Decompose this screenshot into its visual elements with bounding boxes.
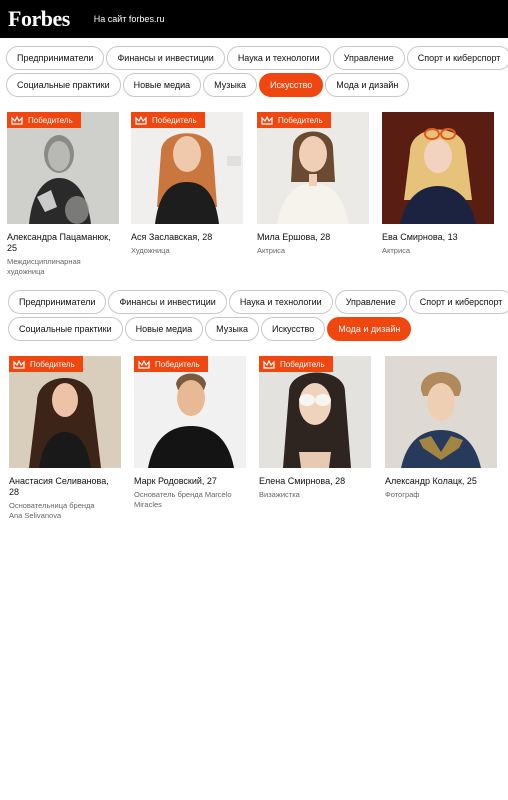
person-photo: Победитель xyxy=(9,356,121,468)
badge-label: Победитель xyxy=(28,115,73,125)
portrait-image xyxy=(134,356,246,468)
person-role: Визажистка xyxy=(259,490,300,499)
category-section-art: Предприниматели Финансы и инвестиции Нау… xyxy=(0,46,508,276)
person-photo: Победитель xyxy=(259,356,371,468)
tab-social[interactable]: Социальные практики xyxy=(8,317,123,341)
person-name: Мила Ершова, 28 xyxy=(257,232,331,242)
crown-icon xyxy=(138,359,150,369)
tab-science[interactable]: Наука и технологии xyxy=(228,290,333,314)
tab-art[interactable]: Искусство xyxy=(261,317,326,341)
tab-management[interactable]: Управление xyxy=(332,46,405,70)
portrait-image xyxy=(9,356,121,468)
category-section-fashion: Предприниматели Финансы и инвестиции Нау… xyxy=(0,290,508,520)
person-card[interactable]: Победитель Александра Пацаманюк, 25 Межд… xyxy=(7,112,119,277)
winner-badge: Победитель xyxy=(257,112,331,128)
winner-badge: Победитель xyxy=(131,112,205,128)
person-card[interactable]: Александр Колацк, 25 Фотограф xyxy=(385,356,497,500)
person-photo: Победитель xyxy=(134,356,246,468)
portrait-image xyxy=(385,356,497,468)
crown-icon xyxy=(261,115,273,125)
portrait-image xyxy=(382,112,494,224)
person-photo xyxy=(382,112,494,224)
tab-social[interactable]: Социальные практики xyxy=(6,73,121,97)
person-card[interactable]: Победитель Мила Ершова, 28 Актриса xyxy=(257,112,369,256)
portrait-image xyxy=(131,112,243,224)
tab-new-media[interactable]: Новые медиа xyxy=(124,317,204,341)
person-card[interactable]: Победитель Марк Родовский, 27 Основатель… xyxy=(134,356,246,510)
crown-icon xyxy=(263,359,275,369)
tab-art[interactable]: Искусство xyxy=(259,73,324,97)
person-name: Александр Колацк, 25 xyxy=(385,476,477,486)
person-role: Художница xyxy=(131,246,170,255)
tab-science[interactable]: Наука и технологии xyxy=(226,46,331,70)
winner-badge: Победитель xyxy=(7,112,81,128)
portrait-image xyxy=(7,112,119,224)
tab-finance[interactable]: Финансы и инвестиции xyxy=(106,46,225,70)
crown-icon xyxy=(135,115,147,125)
person-photo: Победитель xyxy=(257,112,369,224)
person-photo xyxy=(385,356,497,468)
site-link[interactable]: На сайт forbes.ru xyxy=(94,14,165,24)
person-card[interactable]: Ева Смирнова, 13 Актриса xyxy=(382,112,494,256)
badge-label: Победитель xyxy=(152,115,197,125)
person-name: Анастасия Селиванова, 28 xyxy=(9,476,109,497)
person-name: Ася Заславская, 28 xyxy=(131,232,213,242)
top-bar: Forbes На сайт forbes.ru xyxy=(0,0,508,38)
person-name: Марк Родовский, 27 xyxy=(134,476,217,486)
tab-fashion[interactable]: Мода и дизайн xyxy=(325,73,410,97)
category-tabs: Предприниматели Финансы и инвестиции Нау… xyxy=(0,290,508,342)
badge-label: Победитель xyxy=(278,115,323,125)
person-name: Ева Смирнова, 13 xyxy=(382,232,458,242)
badge-label: Победитель xyxy=(30,359,75,369)
crown-icon xyxy=(11,115,23,125)
person-role: Фотограф xyxy=(385,490,420,499)
person-role: Основательница бренда Ana Selivanova xyxy=(9,501,95,520)
person-photo: Победитель xyxy=(7,112,119,224)
person-role: Актриса xyxy=(257,246,286,255)
tab-fashion[interactable]: Мода и дизайн xyxy=(327,317,412,341)
portrait-image xyxy=(259,356,371,468)
tab-management[interactable]: Управление xyxy=(334,290,407,314)
person-role: Актриса xyxy=(382,246,411,255)
person-name: Александра Пацаманюк, 25 xyxy=(7,232,111,253)
person-name: Елена Смирнова, 28 xyxy=(259,476,346,486)
winner-badge: Победитель xyxy=(259,356,333,372)
portrait-image xyxy=(257,112,369,224)
tab-entrepreneurs[interactable]: Предприниматели xyxy=(8,290,107,314)
person-card[interactable]: Победитель Анастасия Селиванова, 28 Осно… xyxy=(9,356,121,521)
category-tabs: Предприниматели Финансы и инвестиции Нау… xyxy=(0,46,508,98)
tab-music[interactable]: Музыка xyxy=(205,317,260,341)
tab-sport[interactable]: Спорт и киберспорт xyxy=(406,46,508,70)
person-role: Основатель бренда Marcelo Miracles xyxy=(134,490,232,509)
tab-finance[interactable]: Финансы и инвестиции xyxy=(108,290,227,314)
person-role: Междисциплинарная художница xyxy=(7,257,81,276)
badge-label: Победитель xyxy=(155,359,200,369)
person-card[interactable]: Победитель Елена Смирнова, 28 Визажистка xyxy=(259,356,371,500)
tab-music[interactable]: Музыка xyxy=(203,73,258,97)
forbes-logo[interactable]: Forbes xyxy=(8,8,70,30)
badge-label: Победитель xyxy=(280,359,325,369)
tab-sport[interactable]: Спорт и киберспорт xyxy=(408,290,508,314)
person-photo: Победитель xyxy=(131,112,243,224)
person-card[interactable]: Победитель Ася Заславская, 28 Художница xyxy=(131,112,243,256)
tab-new-media[interactable]: Новые медиа xyxy=(122,73,202,97)
winner-badge: Победитель xyxy=(134,356,208,372)
winner-badge: Победитель xyxy=(9,356,83,372)
crown-icon xyxy=(13,359,25,369)
tab-entrepreneurs[interactable]: Предприниматели xyxy=(6,46,105,70)
